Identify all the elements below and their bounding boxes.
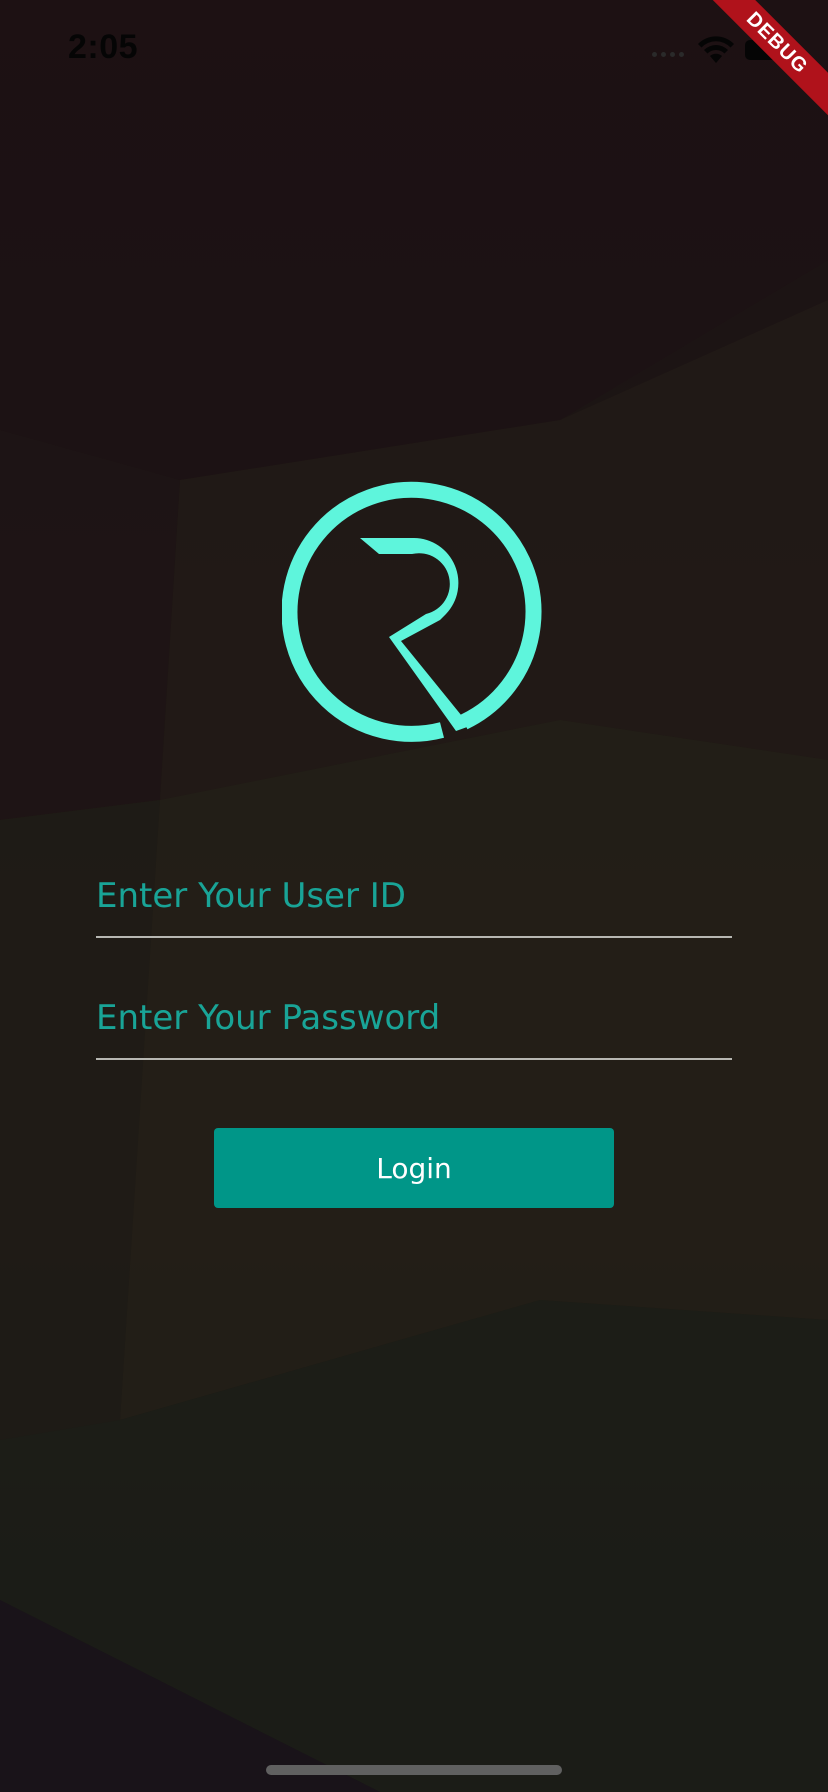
status-bar: 2:05 <box>0 0 828 100</box>
user-id-input[interactable] <box>96 856 732 936</box>
status-time: 2:05 <box>68 28 139 66</box>
password-field[interactable] <box>96 978 732 1060</box>
login-button[interactable]: Login <box>214 1128 614 1208</box>
password-input[interactable] <box>96 978 732 1058</box>
user-id-field[interactable] <box>96 856 732 938</box>
login-screen: 2:05 DEBUG Login <box>0 0 828 1792</box>
debug-banner: DEBUG <box>708 0 828 120</box>
home-indicator <box>266 1765 562 1775</box>
cellular-signal-icon <box>652 52 684 57</box>
debug-banner-label: DEBUG <box>708 0 828 120</box>
r-circle-logo-icon <box>282 481 542 742</box>
